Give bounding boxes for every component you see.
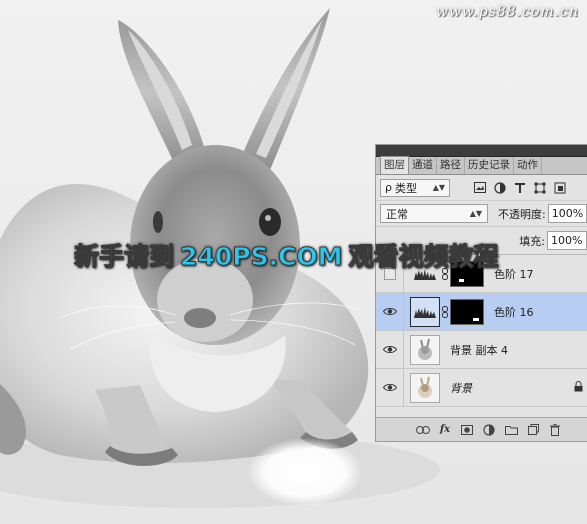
fx-icon[interactable]: fx <box>438 423 452 437</box>
layers-list: 色阶 17 色阶 16 背景 副本 4 背景 <box>376 254 587 407</box>
mask-spot <box>459 278 464 282</box>
fx-label: fx <box>439 424 451 435</box>
filter-icons <box>474 181 566 194</box>
link-layers-icon[interactable] <box>416 423 430 437</box>
opacity-input[interactable]: 100% <box>547 204 587 223</box>
watermark-part-3: 观看视频教程 <box>348 242 499 272</box>
eye-icon <box>382 308 397 315</box>
mask-spot <box>473 317 479 321</box>
filter-row: ρ 类型 ▲▼ <box>376 175 587 201</box>
adjustment-filter-icon[interactable] <box>494 181 506 194</box>
filter-kind-select[interactable]: ρ 类型 ▲▼ <box>380 178 450 197</box>
tab-actions[interactable]: 动作 <box>514 157 542 174</box>
tab-paths[interactable]: 路径 <box>437 157 465 174</box>
layer-row[interactable]: 背景 副本 4 <box>376 330 587 369</box>
tab-channels[interactable]: 通道 <box>409 157 437 174</box>
new-group-icon[interactable] <box>504 423 518 437</box>
panel-tabs: 图层 通道 路径 历史记录 动作 <box>376 156 587 175</box>
add-mask-icon[interactable] <box>460 423 474 437</box>
panel-bottom-toolbar: fx <box>376 417 587 441</box>
layer-row[interactable]: 背景 <box>376 368 587 407</box>
layer-name: 色阶 17 <box>494 267 534 281</box>
visibility-toggle[interactable] <box>376 330 404 369</box>
mask-link-icon[interactable] <box>440 305 450 318</box>
image-filter-icon[interactable] <box>474 182 486 194</box>
blend-mode-value: 正常 <box>386 207 408 221</box>
updown-arrow-icon: ▲▼ <box>432 183 445 192</box>
layer-mask-thumbnail[interactable] <box>450 298 484 325</box>
fill-input[interactable]: 100% <box>547 231 587 250</box>
eye-icon <box>382 384 397 391</box>
levels-adjustment-icon <box>410 296 440 327</box>
lock-icon[interactable] <box>574 380 583 395</box>
visibility-toggle[interactable] <box>376 292 404 331</box>
layer-name: 背景 <box>450 381 472 395</box>
type-filter-icon[interactable] <box>514 182 526 194</box>
updown-arrow-icon: ▲▼ <box>469 209 482 218</box>
blend-mode-select[interactable]: 正常 ▲▼ <box>380 204 488 223</box>
watermark-site: 240PS.COM <box>180 242 343 272</box>
search-icon: ρ <box>385 181 392 194</box>
blend-row: 正常 ▲▼ 不透明度: 100% <box>376 201 587 227</box>
layer-name: 色阶 16 <box>494 305 534 319</box>
layer-thumbnail <box>410 334 440 365</box>
site-watermark: www.ps88.com.cn <box>435 4 579 20</box>
smart-object-filter-icon[interactable] <box>554 182 566 194</box>
visibility-toggle[interactable] <box>376 368 404 407</box>
layers-panel: 图层 通道 路径 历史记录 动作 ρ 类型 ▲▼ 正常 ▲▼ 不透明度: 100… <box>375 144 587 442</box>
tab-layers[interactable]: 图层 <box>380 156 409 174</box>
eye-icon <box>382 346 397 353</box>
layer-thumbnail <box>410 372 440 403</box>
tutorial-watermark: 新手请到 240PS.COM 观看视频教程 <box>73 238 499 276</box>
opacity-label: 不透明度: <box>498 207 546 221</box>
shape-filter-icon[interactable] <box>534 182 546 194</box>
new-adjustment-icon[interactable] <box>482 423 496 437</box>
fill-label: 填充: <box>519 234 545 248</box>
layer-name: 背景 副本 4 <box>450 343 508 357</box>
watermark-part-1: 新手请到 <box>73 242 175 272</box>
delete-layer-icon[interactable] <box>548 423 562 437</box>
filter-kind-value: 类型 <box>394 181 417 195</box>
layer-row[interactable]: 色阶 16 <box>376 292 587 331</box>
tab-history[interactable]: 历史记录 <box>465 157 514 174</box>
new-layer-icon[interactable] <box>526 423 540 437</box>
